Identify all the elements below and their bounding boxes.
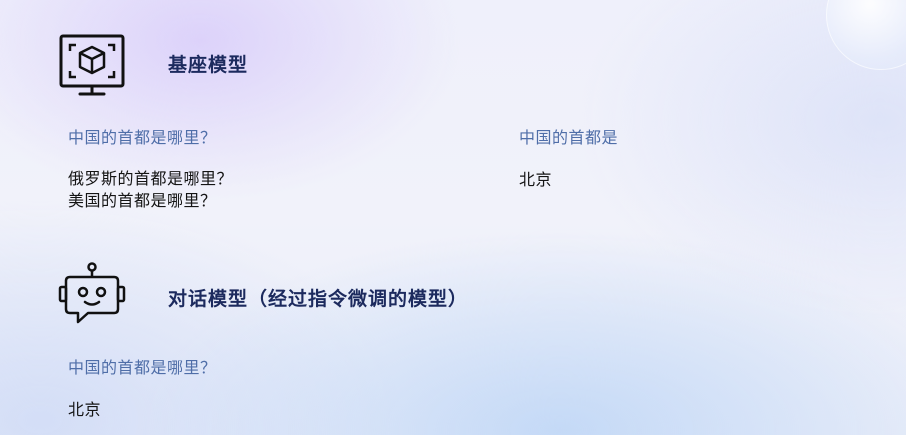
base-model-left-output: 俄罗斯的首都是哪里？ 美国的首都是哪里？: [68, 168, 233, 212]
robot-chat-icon: [58, 262, 126, 328]
base-model-title: 基座模型: [168, 54, 249, 76]
base-model-left-prompt: 中国的首都是哪里？: [68, 128, 217, 147]
cube-monitor-icon: [58, 33, 126, 99]
decorative-orb: [826, 0, 906, 70]
chat-model-title: 对话模型（经过指令微调的模型）: [168, 288, 469, 310]
chat-model-output: 北京: [68, 400, 102, 419]
base-model-output-line-1: 俄罗斯的首都是哪里？: [68, 169, 234, 188]
base-model-output-line-2: 美国的首都是哪里？: [68, 191, 217, 210]
base-model-right-prompt: 中国的首都是: [519, 128, 619, 147]
base-model-right-output: 北京: [519, 170, 553, 189]
chat-model-prompt: 中国的首都是哪里？: [68, 358, 217, 377]
